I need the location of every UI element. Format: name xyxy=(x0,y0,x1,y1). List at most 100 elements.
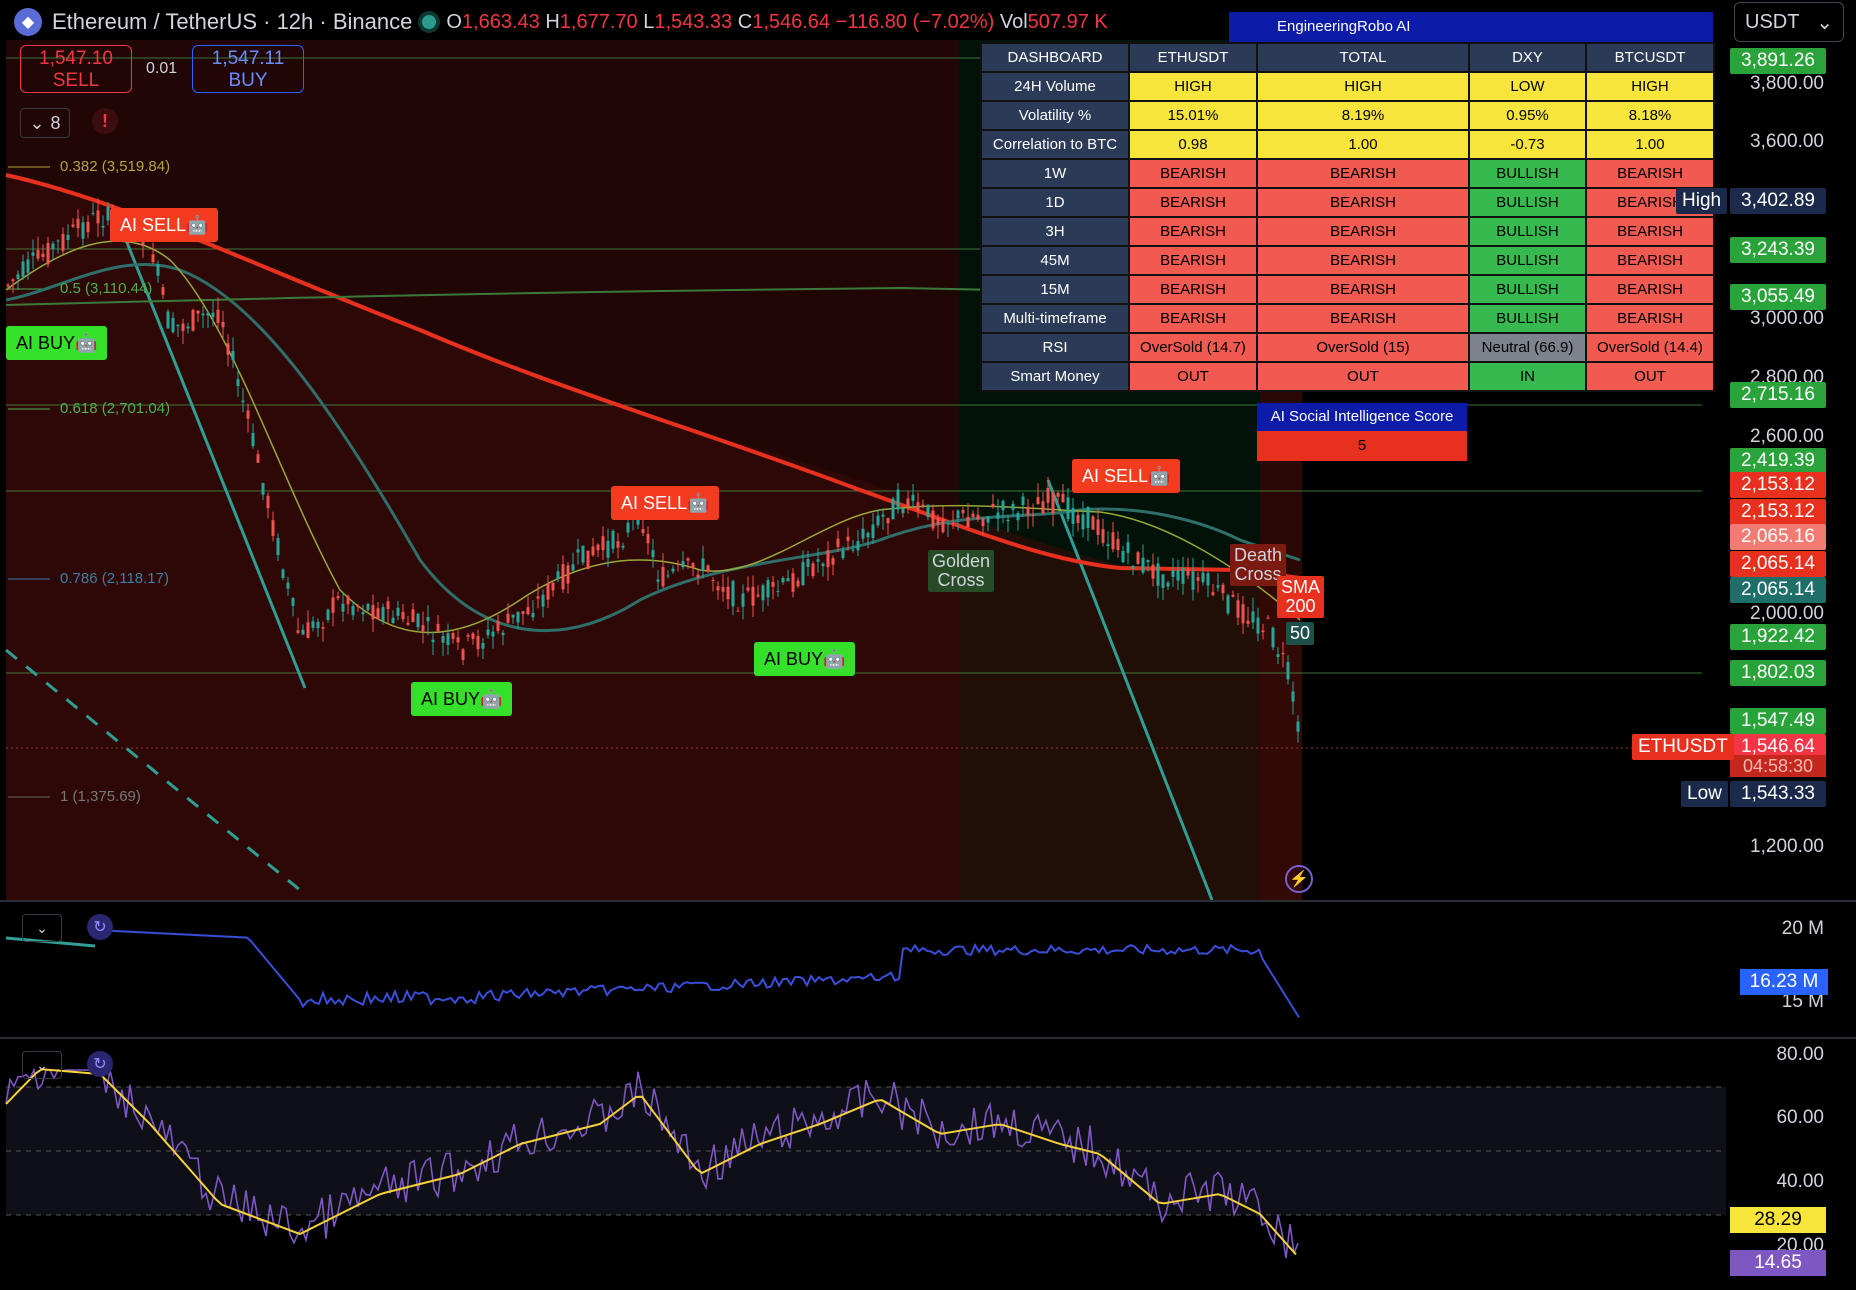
candle-body xyxy=(76,218,80,229)
candle-body xyxy=(406,622,410,625)
candle-body xyxy=(1156,563,1160,586)
symbol-title[interactable]: Ethereum / TetherUS · 12h · Binance xyxy=(52,9,412,35)
dashboard-cell: 1.00 xyxy=(1256,129,1470,160)
candle-body xyxy=(26,259,30,273)
candle-body xyxy=(846,536,850,541)
refresh-icon[interactable]: ↻ xyxy=(87,1051,113,1077)
candle-body xyxy=(656,579,660,582)
candle-body xyxy=(401,611,405,620)
dashboard-row-label: Multi-timeframe xyxy=(980,303,1130,334)
candle-body xyxy=(1106,544,1110,547)
ai-sell-signal[interactable]: AI SELL🤖 xyxy=(611,486,720,520)
candle-body xyxy=(566,565,570,584)
candle-body xyxy=(16,274,20,279)
candle-body xyxy=(511,614,515,618)
candle-body xyxy=(696,574,700,578)
candle-body xyxy=(86,221,90,233)
candle-body xyxy=(841,550,845,558)
dashboard-row-label: 24H Volume xyxy=(980,71,1130,102)
dashboard-cell: 8.19% xyxy=(1256,100,1470,131)
rsi-pane-collapse[interactable]: ⌄ xyxy=(22,1051,62,1079)
candle-body xyxy=(951,523,955,525)
candle-body xyxy=(281,569,285,578)
dashboard-cell: BEARISH xyxy=(1256,216,1470,247)
dashboard-header-cell: TOTAL xyxy=(1256,42,1470,73)
fib-0618-label: 0.618 (2,701.04) xyxy=(60,400,171,417)
candle-body xyxy=(56,240,60,242)
dashboard-row-label: RSI xyxy=(980,332,1130,363)
candle-body xyxy=(1026,506,1030,516)
dashboard-row: 45M BEARISH BEARISH BULLISH BEARISH xyxy=(980,245,1715,276)
candle-body xyxy=(101,225,105,228)
dashboard-cell: BEARISH xyxy=(1585,158,1715,189)
candle-body xyxy=(341,603,345,612)
ai-sell-signal[interactable]: AI SELL🤖 xyxy=(110,208,219,242)
dashboard-row-label: 1D xyxy=(980,187,1130,218)
candle-body xyxy=(1086,506,1090,529)
dashboard-cell: LOW xyxy=(1468,71,1587,102)
candle-body xyxy=(581,545,585,563)
candle-body xyxy=(286,582,290,589)
candle-body xyxy=(716,586,720,591)
dashboard-row-label: 15M xyxy=(980,274,1130,305)
candle-body xyxy=(806,558,810,567)
candle-body xyxy=(96,210,100,224)
currency-select[interactable]: USDT ⌄ xyxy=(1734,2,1844,42)
ai-buy-signal[interactable]: AI BUY🤖 xyxy=(411,682,513,716)
candle-body xyxy=(1066,497,1070,520)
candle-body xyxy=(326,609,330,620)
volume-pane-collapse[interactable]: ⌄ xyxy=(22,914,62,942)
candle-body xyxy=(916,502,920,511)
indicators-toggle[interactable]: ⌄ 8 xyxy=(20,108,70,138)
candle-body xyxy=(1296,721,1300,732)
candle-body xyxy=(741,593,745,607)
sell-button[interactable]: 1,547.10 SELL xyxy=(20,45,132,93)
candle-body xyxy=(821,563,825,567)
candle-body xyxy=(781,577,785,583)
candle-body xyxy=(91,213,95,215)
candle-body xyxy=(931,510,935,529)
ai-buy-signal[interactable]: AI BUY🤖 xyxy=(754,642,856,676)
symbol-header[interactable]: ◆ Ethereum / TetherUS · 12h · Binance O1… xyxy=(14,6,1108,38)
dashboard-cell: OUT xyxy=(1585,361,1715,392)
candle-body xyxy=(441,636,445,643)
market-open-icon xyxy=(422,15,437,29)
buy-button[interactable]: 1,547.11 BUY xyxy=(192,45,304,93)
candle-body xyxy=(381,607,385,622)
candle-body xyxy=(751,586,755,606)
candle-body xyxy=(731,581,735,607)
dashboard-row: Volatility % 15.01% 8.19% 0.95% 8.18% xyxy=(980,100,1715,131)
candle-body xyxy=(1211,592,1215,596)
candle-body xyxy=(866,532,870,538)
candle-body xyxy=(391,617,395,624)
candle-body xyxy=(36,250,40,259)
candle-body xyxy=(666,575,670,577)
candle-body xyxy=(221,321,225,328)
candle-body xyxy=(831,558,835,565)
dashboard-cell: BEARISH xyxy=(1256,303,1470,334)
dashboard-cell: BEARISH xyxy=(1128,187,1258,218)
dashboard-row-label: Correlation to BTC xyxy=(980,129,1130,160)
chevron-down-icon: ⌄ xyxy=(29,112,45,133)
candle-body xyxy=(1261,630,1265,633)
candle-body xyxy=(431,639,435,643)
dashboard-table: DASHBOARD ETHUSDT TOTAL DXY BTCUSDT 24H … xyxy=(980,42,1715,392)
candle-body xyxy=(366,603,370,610)
price-axis-label: 2,065.14 xyxy=(1730,551,1826,577)
warning-icon[interactable]: ! xyxy=(92,108,118,134)
dashboard-header-cell: DASHBOARD xyxy=(980,42,1130,73)
candle-body xyxy=(276,538,280,556)
candle-body xyxy=(1181,567,1185,584)
candle-body xyxy=(681,561,685,568)
candle-body xyxy=(711,579,715,581)
price-tick: 3,000.00 xyxy=(1750,308,1824,329)
lightning-icon[interactable]: ⚡ xyxy=(1285,865,1313,893)
candle-body xyxy=(1196,577,1200,581)
refresh-icon[interactable]: ↻ xyxy=(87,914,113,940)
candle-body xyxy=(726,586,730,600)
ai-buy-signal[interactable]: AI BUY🤖 xyxy=(6,326,108,360)
ai-sell-signal[interactable]: AI SELL🤖 xyxy=(1072,459,1181,493)
candle-body xyxy=(1236,600,1240,618)
dashboard-cell: Neutral (66.9) xyxy=(1468,332,1587,363)
candle-body xyxy=(211,312,215,318)
